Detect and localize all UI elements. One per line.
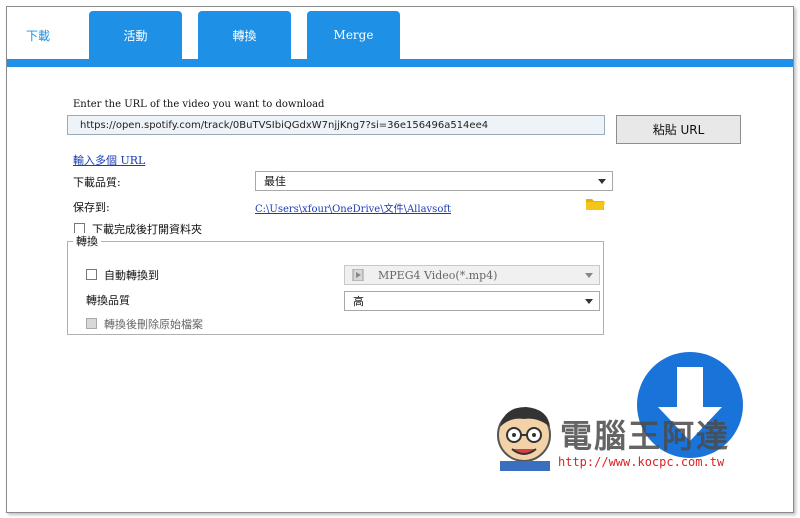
quality-value: 最佳 (264, 175, 286, 188)
tab-merge[interactable]: Merge (307, 11, 400, 59)
convert-quality-label: 轉換品質 (86, 294, 130, 307)
quality-label: 下載品質: (73, 176, 121, 189)
tab-underline (7, 59, 793, 67)
chevron-down-icon (585, 299, 593, 304)
watermark-url: http://www.kocpc.com.tw (558, 455, 725, 469)
open-folder-label: 下載完成後打開資料夾 (92, 223, 202, 236)
convert-quality-value: 高 (353, 295, 364, 308)
convert-format-select[interactable]: MPEG4 Video(*.mp4) (344, 265, 600, 285)
tab-activity[interactable]: 活動 (89, 11, 182, 59)
watermark-title: 電腦王阿達 (560, 417, 731, 455)
tab-bar: 下載 活動 轉換 Merge (7, 7, 793, 59)
auto-convert-label: 自動轉換到 (104, 269, 159, 282)
url-input[interactable]: https://open.spotify.com/track/0BuTVSIbi… (67, 115, 605, 135)
folder-icon[interactable] (586, 197, 605, 210)
convert-group-title: 轉換 (73, 233, 101, 249)
delete-original-checkbox[interactable] (86, 318, 97, 329)
tab-download[interactable]: 下載 (7, 11, 75, 59)
mascot-logo-icon (497, 407, 551, 471)
save-label: 保存到: (73, 201, 110, 214)
chevron-down-icon (598, 179, 606, 184)
multi-url-link[interactable]: 輸入多個 URL (73, 152, 145, 168)
convert-format-value: MPEG4 Video(*.mp4) (378, 268, 498, 282)
quality-select[interactable]: 最佳 (255, 171, 613, 191)
auto-convert-checkbox[interactable] (86, 269, 97, 280)
url-prompt: Enter the URL of the video you want to d… (73, 99, 325, 110)
tab-convert[interactable]: 轉換 (198, 11, 291, 59)
video-file-icon (352, 269, 364, 281)
chevron-down-icon (585, 273, 593, 278)
paste-url-button[interactable]: 粘貼 URL (616, 115, 741, 144)
delete-original-label: 轉換後刪除原始檔案 (104, 318, 203, 331)
convert-quality-select[interactable]: 高 (344, 291, 600, 311)
save-path-link[interactable]: C:\Users\xfour\OneDrive\文件\Allavsoft (255, 200, 451, 215)
